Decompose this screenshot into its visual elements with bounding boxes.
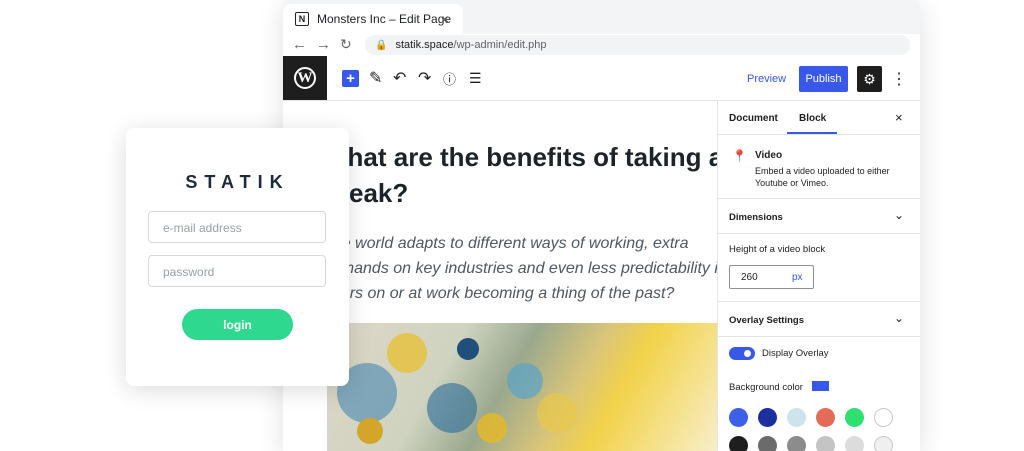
block-card: 📍 Video Embed a video uploaded to either… [718, 135, 920, 199]
url-host: statik.space [395, 39, 454, 51]
gear-icon[interactable]: ⚙ [857, 66, 882, 92]
tab-document[interactable]: Document [729, 113, 778, 124]
wordpress-logo-icon[interactable]: W [283, 56, 327, 100]
more-options-icon[interactable]: ⋮ [891, 69, 907, 89]
chevron-down-icon[interactable]: ⌄ [894, 208, 904, 222]
active-tab-indicator [787, 132, 837, 134]
height-unit[interactable]: px [792, 272, 803, 283]
undo-icon[interactable]: ↶ [393, 68, 406, 88]
color-swatch[interactable] [845, 436, 864, 451]
settings-sidebar: Document Block × 📍 Video Embed a video u… [717, 101, 920, 451]
height-input[interactable]: 260 px [729, 265, 814, 289]
password-field[interactable]: password [148, 255, 326, 287]
overlay-panel-header[interactable]: Overlay Settings ⌄ [718, 301, 920, 337]
pencil-icon[interactable]: ✎ [369, 68, 382, 88]
background-color-swatch[interactable] [812, 381, 829, 391]
url-path: /wp-admin/edit.php [453, 39, 547, 51]
preview-button[interactable]: Preview [747, 73, 786, 85]
color-swatch[interactable] [874, 408, 893, 427]
url-input[interactable]: 🔒 statik.space/wp-admin/edit.php [365, 35, 910, 55]
notion-favicon-icon: N [295, 12, 309, 26]
height-label: Height of a video block [729, 244, 826, 255]
color-swatch[interactable] [758, 408, 777, 427]
reload-icon[interactable]: ↻ [340, 36, 352, 53]
color-swatch[interactable] [729, 436, 748, 451]
overlay-title: Overlay Settings [729, 315, 804, 326]
height-value: 260 [741, 272, 758, 283]
close-tab-icon[interactable]: × [441, 11, 449, 27]
color-swatch[interactable] [758, 436, 777, 451]
browser-tab[interactable]: N Monsters Inc – Edit Page × [283, 4, 463, 34]
color-swatch[interactable] [787, 436, 806, 451]
post-paragraph[interactable]: The world adapts to different ways of wo… [323, 231, 717, 306]
back-arrow-icon[interactable]: ← [292, 36, 307, 53]
location-pin-icon: 📍 [732, 149, 747, 163]
display-overlay-toggle[interactable] [729, 347, 755, 360]
info-icon[interactable]: ⓘ [443, 68, 456, 88]
login-card: STATIK e-mail address password login [126, 128, 349, 386]
address-bar-row: ← → ↻ 🔒 statik.space/wp-admin/edit.php [283, 34, 920, 56]
login-button[interactable]: login [182, 309, 293, 340]
dimensions-panel-header[interactable]: Dimensions ⌄ [718, 199, 920, 234]
block-description: Embed a video uploaded to either Youtube… [755, 166, 890, 188]
color-swatch[interactable] [729, 408, 748, 427]
statik-logo: STATIK [185, 172, 290, 192]
display-overlay-label: Display Overlay [762, 348, 829, 359]
add-block-button[interactable]: + [342, 70, 359, 87]
lock-icon: 🔒 [375, 39, 388, 51]
dimensions-title: Dimensions [729, 212, 783, 223]
tab-title: Monsters Inc – Edit Page [317, 12, 452, 26]
tab-block[interactable]: Block [799, 113, 826, 124]
video-block-artwork[interactable] [327, 323, 717, 451]
email-field[interactable]: e-mail address [148, 211, 326, 243]
close-icon[interactable]: × [895, 110, 903, 125]
color-swatch[interactable] [845, 408, 864, 427]
list-view-icon[interactable]: ☰ [469, 68, 482, 88]
sidebar-tabs: Document Block × [718, 101, 920, 135]
redo-icon[interactable]: ↷ [418, 68, 431, 88]
chevron-down-icon[interactable]: ⌄ [894, 311, 904, 325]
publish-button[interactable]: Publish [799, 66, 848, 92]
color-swatch[interactable] [874, 436, 893, 451]
block-title: Video [755, 150, 783, 161]
tab-bar: N Monsters Inc – Edit Page × [283, 0, 920, 34]
browser-window: N Monsters Inc – Edit Page × ← → ↻ 🔒 sta… [283, 0, 920, 451]
background-color-label: Background color [729, 382, 803, 393]
color-swatch[interactable] [816, 436, 835, 451]
forward-arrow-icon[interactable]: → [316, 36, 331, 53]
color-swatch[interactable] [816, 408, 835, 427]
color-swatch[interactable] [787, 408, 806, 427]
post-heading[interactable]: What are the benefits of taking a break? [323, 139, 717, 211]
editor-toolbar: W + ✎ ↶ ↷ ⓘ ☰ Preview Publish ⚙ ⋮ [283, 56, 920, 101]
